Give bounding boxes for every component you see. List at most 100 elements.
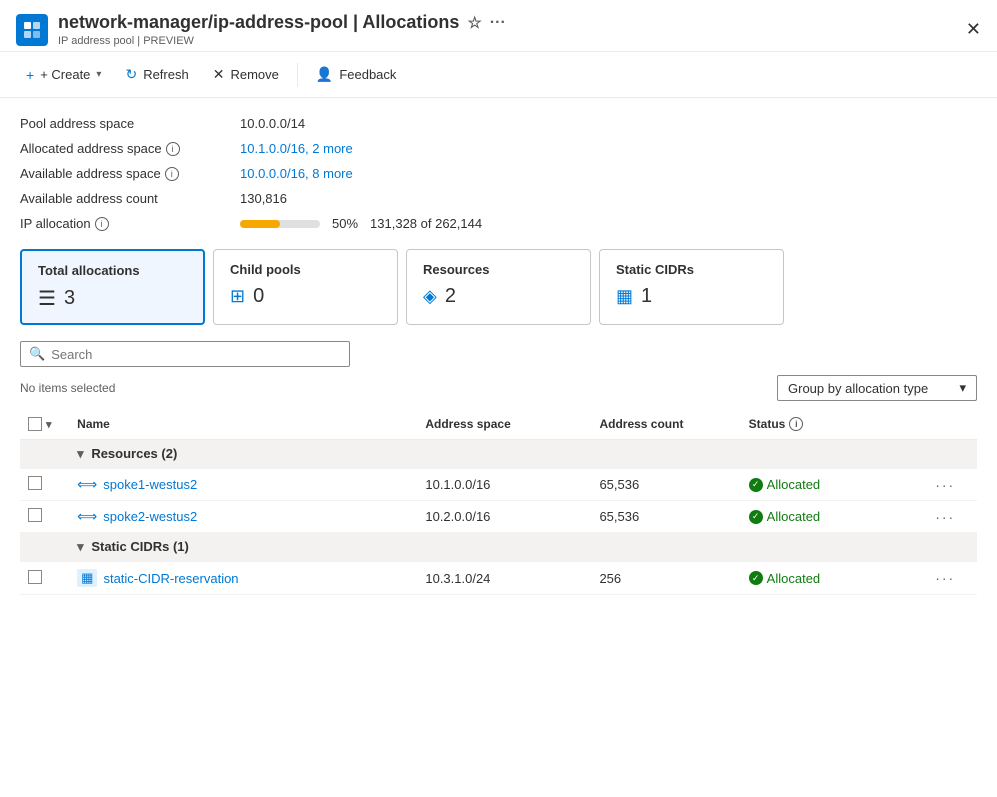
- status-column-header[interactable]: Status i: [741, 409, 928, 440]
- row-3-checkbox[interactable]: [28, 570, 42, 584]
- favorite-button[interactable]: ☆: [467, 13, 481, 33]
- row-1-address: 10.1.0.0/16: [417, 469, 591, 501]
- row-2-link[interactable]: spoke2-westus2: [103, 509, 197, 524]
- group-by-label: Group by allocation type: [788, 381, 928, 396]
- child-pools-icon: ⊞: [230, 286, 245, 307]
- static-cidrs-group-expand[interactable]: [20, 533, 69, 562]
- child-pools-title: Child pools: [230, 262, 381, 277]
- allocation-progress-bar-fill: [240, 220, 280, 228]
- toolbar: + + Create ▾ ↻ Refresh ✕ Remove 👤 Feedba…: [0, 52, 997, 98]
- child-pools-card[interactable]: Child pools ⊞ 0: [213, 249, 398, 325]
- resource-icon: ⟺: [77, 476, 97, 493]
- create-button[interactable]: + + Create ▾: [16, 61, 111, 89]
- row-2-checkbox[interactable]: [28, 508, 42, 522]
- resources-toggle-icon[interactable]: ▾: [77, 446, 84, 461]
- allocated-address-space-info-icon[interactable]: i: [166, 142, 180, 156]
- ip-allocation-info-icon[interactable]: i: [95, 217, 109, 231]
- feedback-label: Feedback: [339, 67, 396, 82]
- table-row: ▦ static-CIDR-reservation 10.3.1.0/24 25…: [20, 562, 977, 595]
- row-1-checkbox[interactable]: [28, 476, 42, 490]
- remove-button[interactable]: ✕ Remove: [203, 60, 289, 89]
- row-3-count: 256: [591, 562, 740, 595]
- row-3-link[interactable]: static-CIDR-reservation: [103, 571, 238, 586]
- available-address-space-info-icon[interactable]: i: [165, 167, 179, 181]
- pool-address-space-value: 10.0.0.0/14: [240, 114, 977, 133]
- refresh-label: Refresh: [143, 67, 189, 82]
- list-icon: ☰: [38, 286, 56, 311]
- more-options-button[interactable]: ···: [490, 14, 506, 32]
- static-cidrs-card[interactable]: Static CIDRs ▦ 1: [599, 249, 784, 325]
- row-3-status: Allocated: [741, 562, 928, 595]
- row-checkbox-cell: [20, 501, 69, 533]
- allocated-status-icon: [749, 510, 763, 524]
- title-label: network-manager/ip-address-pool | Alloca…: [58, 12, 459, 33]
- select-all-checkbox[interactable]: [28, 417, 42, 431]
- row-3-context-menu[interactable]: ···: [935, 570, 955, 586]
- row-2-count: 65,536: [591, 501, 740, 533]
- static-cidrs-group-header: ▾ Static CIDRs (1): [20, 533, 977, 562]
- toolbar-separator: [297, 63, 298, 87]
- resources-group-expand[interactable]: [20, 440, 69, 469]
- address-count-column-header[interactable]: Address count: [591, 409, 740, 440]
- resources-count: 2: [445, 285, 456, 308]
- resource-icon: ⟺: [77, 508, 97, 525]
- available-address-space-label: Available address space i: [20, 164, 240, 183]
- available-address-space-link[interactable]: 10.0.0.0/16, 8 more: [240, 166, 353, 181]
- row-1-link[interactable]: spoke1-westus2: [103, 477, 197, 492]
- search-bar[interactable]: 🔍: [20, 341, 350, 367]
- table-controls: No items selected Group by allocation ty…: [20, 375, 977, 401]
- row-2-context-menu[interactable]: ···: [935, 509, 955, 525]
- chevron-down-icon: ▾: [959, 380, 966, 396]
- row-2-name: ⟺ spoke2-westus2: [69, 501, 417, 533]
- refresh-icon: ↻: [125, 66, 137, 83]
- feedback-button[interactable]: 👤 Feedback: [306, 60, 407, 89]
- row-1-count: 65,536: [591, 469, 740, 501]
- allocated-address-space-link[interactable]: 10.1.0.0/16, 2 more: [240, 141, 353, 156]
- status-info-icon[interactable]: i: [789, 417, 803, 431]
- pool-address-space-label: Pool address space: [20, 114, 240, 133]
- row-1-actions[interactable]: ···: [927, 469, 977, 501]
- total-allocations-card[interactable]: Total allocations ☰ 3: [20, 249, 205, 325]
- static-cidrs-count: 1: [641, 285, 652, 308]
- info-grid: Pool address space 10.0.0.0/14 Allocated…: [20, 114, 977, 233]
- static-cidrs-content: ▦ 1: [616, 285, 767, 308]
- row-1-status: Allocated: [741, 469, 928, 501]
- allocation-count: 131,328 of 262,144: [370, 216, 482, 231]
- resources-group-label[interactable]: ▾ Resources (2): [69, 440, 977, 469]
- resources-icon: ◈: [423, 286, 437, 307]
- close-button[interactable]: ✕: [966, 19, 981, 40]
- summary-cards: Total allocations ☰ 3 Child pools ⊞ 0 Re…: [20, 249, 977, 325]
- name-column-header[interactable]: Name: [69, 409, 417, 440]
- resources-card[interactable]: Resources ◈ 2: [406, 249, 591, 325]
- main-content: Pool address space 10.0.0.0/14 Allocated…: [0, 98, 997, 785]
- refresh-button[interactable]: ↻ Refresh: [115, 60, 198, 89]
- row-1-context-menu[interactable]: ···: [935, 477, 955, 493]
- allocations-table: ▾ Name Address space Address count: [20, 409, 977, 595]
- static-cidrs-group-label[interactable]: ▾ Static CIDRs (1): [69, 533, 977, 562]
- actions-column-header: [927, 409, 977, 440]
- allocation-progress-bar-bg: [240, 220, 320, 228]
- row-2-actions[interactable]: ···: [927, 501, 977, 533]
- search-icon: 🔍: [29, 346, 45, 362]
- available-address-count-value: 130,816: [240, 189, 977, 208]
- group-by-dropdown[interactable]: Group by allocation type ▾: [777, 375, 977, 401]
- feedback-icon: 👤: [316, 66, 333, 83]
- total-allocations-count: 3: [64, 287, 75, 310]
- child-pools-count: 0: [253, 285, 264, 308]
- row-checkbox-cell: [20, 562, 69, 595]
- row-3-actions[interactable]: ···: [927, 562, 977, 595]
- allocated-status-icon: [749, 571, 763, 585]
- address-space-column-header[interactable]: Address space: [417, 409, 591, 440]
- child-pools-content: ⊞ 0: [230, 285, 381, 308]
- select-all-header: ▾: [20, 409, 69, 440]
- allocated-address-space-label: Allocated address space i: [20, 139, 240, 158]
- resources-group-header: ▾ Resources (2): [20, 440, 977, 469]
- static-cidrs-toggle-icon[interactable]: ▾: [77, 539, 84, 554]
- create-chevron-icon: ▾: [96, 69, 101, 80]
- search-input[interactable]: [51, 347, 341, 362]
- title-text-group: network-manager/ip-address-pool | Alloca…: [58, 12, 958, 47]
- static-cidrs-title: Static CIDRs: [616, 262, 767, 277]
- collapse-all-icon[interactable]: ▾: [46, 418, 52, 431]
- row-3-name: ▦ static-CIDR-reservation: [69, 562, 417, 595]
- ip-allocation-label: IP allocation i: [20, 214, 240, 233]
